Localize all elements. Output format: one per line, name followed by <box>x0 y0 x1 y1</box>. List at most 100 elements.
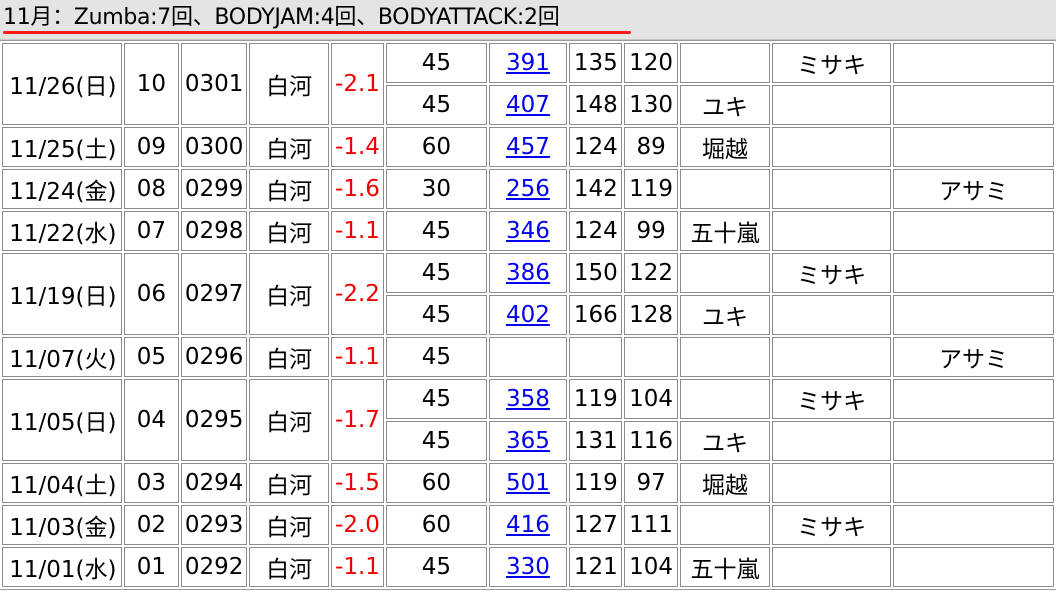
weight-change-cell: -1.7 <box>330 379 385 461</box>
calorie-link[interactable]: 256 <box>506 176 550 202</box>
calorie-link[interactable]: 358 <box>506 386 550 412</box>
instructor-cell <box>892 547 1054 587</box>
table-row: 11/24(金) 08 0299 白河 -1.6 30 256 142 119 アサミ <box>2 169 1054 209</box>
minutes-cell: 60 <box>386 463 487 503</box>
calorie-link[interactable]: 501 <box>506 470 550 496</box>
instructor-cell <box>892 85 1054 125</box>
location-cell: 白河 <box>249 379 329 461</box>
calorie-link[interactable]: 391 <box>506 50 550 76</box>
weight-change-cell: -2.1 <box>330 43 385 125</box>
instructor-cell <box>892 463 1054 503</box>
location-cell: 白河 <box>249 505 329 545</box>
table-row: 11/22(水) 07 0298 白河 -1.1 45 346 124 99 五十嵐 <box>2 211 1054 251</box>
instructor-cell <box>892 295 1054 335</box>
record-id-cell: 0299 <box>181 169 248 209</box>
record-id-cell: 0298 <box>181 211 248 251</box>
workout-log-body: 11/26(日) 10 0301 白河 -2.1 45 391 135 120 ミサキ 45 407 1… <box>2 43 1054 587</box>
calorie-link[interactable]: 330 <box>506 554 550 580</box>
summary-underline <box>3 31 631 34</box>
calorie-link[interactable]: 386 <box>506 260 550 286</box>
table-row: 11/05(日) 04 0295 白河 -1.7 45 358 119 104 ミサキ <box>2 379 1054 461</box>
weight-change-cell: -1.1 <box>330 337 385 377</box>
max-heart-rate-cell: 131 <box>569 421 623 461</box>
calories-cell: 256 <box>488 169 568 209</box>
date-cell: 11/04(土) <box>2 463 122 503</box>
record-id-cell: 0293 <box>181 505 248 545</box>
instructor-cell <box>772 169 891 209</box>
max-heart-rate-cell: 142 <box>569 169 623 209</box>
avg-heart-rate-cell <box>624 337 678 377</box>
calories-cell: 330 <box>488 547 568 587</box>
calories-cell: 358 <box>488 379 568 419</box>
max-heart-rate-cell: 119 <box>569 379 623 419</box>
instructor-cell: アサミ <box>892 337 1054 377</box>
calories-cell: 346 <box>488 211 568 251</box>
instructor-cell <box>892 253 1054 293</box>
record-id-cell: 0301 <box>181 43 248 125</box>
calorie-link[interactable]: 407 <box>506 92 550 118</box>
date-cell: 11/01(水) <box>2 547 122 587</box>
minutes-cell: 45 <box>386 547 487 587</box>
calories-cell: 416 <box>488 505 568 545</box>
instructor-cell: アサミ <box>892 169 1054 209</box>
calorie-link[interactable]: 416 <box>506 512 550 538</box>
weight-change-cell: -1.1 <box>330 211 385 251</box>
calorie-link[interactable]: 457 <box>506 134 550 160</box>
instructor-cell <box>892 505 1054 545</box>
minutes-cell: 60 <box>386 505 487 545</box>
table-row: 11/04(土) 03 0294 白河 -1.5 60 501 119 97 堀越 <box>2 463 1054 503</box>
minutes-cell: 45 <box>386 337 487 377</box>
avg-heart-rate-cell: 111 <box>624 505 678 545</box>
instructor-cell <box>772 463 891 503</box>
date-cell: 11/26(日) <box>2 43 122 125</box>
avg-heart-rate-cell: 97 <box>624 463 678 503</box>
record-id-cell: 0292 <box>181 547 248 587</box>
avg-heart-rate-cell: 116 <box>624 421 678 461</box>
avg-heart-rate-cell: 104 <box>624 547 678 587</box>
calorie-link[interactable]: 365 <box>506 428 550 454</box>
avg-heart-rate-cell: 119 <box>624 169 678 209</box>
instructor-cell: ミサキ <box>772 379 891 419</box>
date-cell: 11/19(日) <box>2 253 122 335</box>
avg-heart-rate-cell: 120 <box>624 43 678 83</box>
record-id-cell: 0295 <box>181 379 248 461</box>
avg-heart-rate-cell: 104 <box>624 379 678 419</box>
instructor-cell <box>772 547 891 587</box>
max-heart-rate-cell <box>569 337 623 377</box>
visit-number-cell: 02 <box>123 505 179 545</box>
location-cell: 白河 <box>249 211 329 251</box>
month-summary-text: 11月：Zumba:7回、BODYJAM:4回、BODYATTACK:2回 <box>3 5 560 30</box>
weight-change-cell: -2.2 <box>330 253 385 335</box>
instructor-cell <box>892 211 1054 251</box>
table-row: 11/07(火) 05 0296 白河 -1.1 45 アサミ <box>2 337 1054 377</box>
location-cell: 白河 <box>249 127 329 167</box>
minutes-cell: 60 <box>386 127 487 167</box>
calorie-link[interactable]: 402 <box>506 302 550 328</box>
instructor-cell: 五十嵐 <box>679 211 771 251</box>
instructor-cell <box>772 127 891 167</box>
max-heart-rate-cell: 124 <box>569 211 623 251</box>
max-heart-rate-cell: 121 <box>569 547 623 587</box>
minutes-cell: 30 <box>386 169 487 209</box>
max-heart-rate-cell: 119 <box>569 463 623 503</box>
visit-number-cell: 03 <box>123 463 179 503</box>
instructor-cell: ユキ <box>679 295 771 335</box>
instructor-cell: ミサキ <box>772 505 891 545</box>
record-id-cell: 0297 <box>181 253 248 335</box>
visit-number-cell: 10 <box>123 43 179 125</box>
visit-number-cell: 04 <box>123 379 179 461</box>
instructor-cell <box>892 379 1054 419</box>
location-cell: 白河 <box>249 253 329 335</box>
instructor-cell <box>679 43 771 83</box>
instructor-cell <box>679 253 771 293</box>
workout-log-table: 11/26(日) 10 0301 白河 -2.1 45 391 135 120 ミサキ 45 407 1… <box>0 40 1056 590</box>
calories-cell: 402 <box>488 295 568 335</box>
calorie-link[interactable]: 346 <box>506 218 550 244</box>
calories-cell: 501 <box>488 463 568 503</box>
instructor-cell <box>892 421 1054 461</box>
calories-cell <box>488 337 568 377</box>
weight-change-cell: -1.5 <box>330 463 385 503</box>
location-cell: 白河 <box>249 43 329 125</box>
weight-change-cell: -1.4 <box>330 127 385 167</box>
visit-number-cell: 01 <box>123 547 179 587</box>
